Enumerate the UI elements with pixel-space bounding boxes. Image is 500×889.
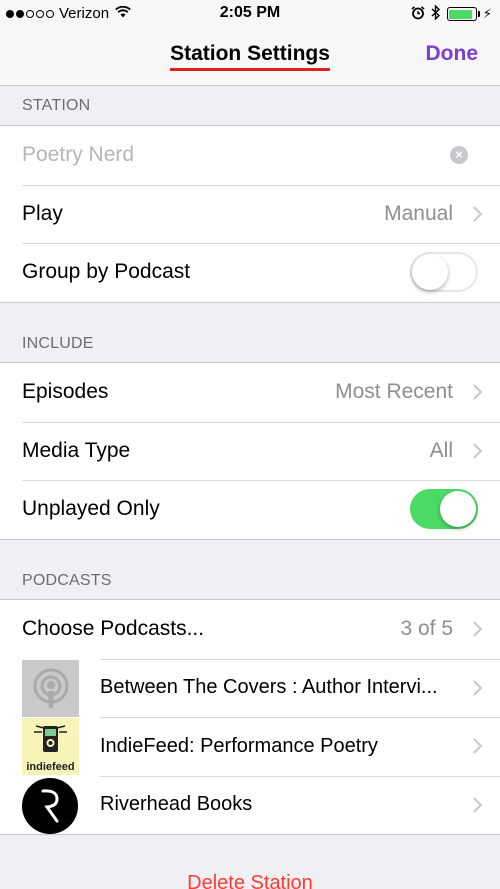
play-value: Manual	[384, 201, 453, 225]
choose-podcasts-value: 3 of 5	[400, 617, 453, 641]
podcast-row[interactable]: indiefeed IndieFeed: Performance Poetry	[0, 717, 500, 776]
podcasts-group: Choose Podcasts... 3 of 5 Between The Co…	[0, 599, 500, 835]
chevron-right-icon	[466, 621, 483, 638]
navigation-bar: Station Settings Done	[0, 28, 500, 86]
clear-text-icon[interactable]: ×	[450, 146, 468, 165]
done-button[interactable]: Done	[426, 42, 479, 66]
chevron-right-icon	[466, 796, 483, 813]
indiefeed-logo: indiefeed	[22, 718, 79, 775]
podcast-row[interactable]: Riverhead Books	[0, 775, 500, 835]
chevron-right-icon	[466, 679, 483, 696]
chevron-right-icon	[466, 738, 483, 755]
station-name-input[interactable]: Poetry Nerd	[22, 143, 134, 167]
delete-station-button[interactable]: Delete Station	[0, 872, 500, 889]
battery-icon	[446, 7, 480, 21]
choose-podcasts-label: Choose Podcasts...	[22, 617, 205, 641]
media-type-label: Media Type	[22, 438, 131, 462]
podcast-row[interactable]: Between The Covers : Author Intervi...	[0, 658, 500, 718]
podcast-generic-icon	[22, 659, 79, 717]
episodes-label: Episodes	[22, 380, 109, 404]
unplayed-only-row: Unplayed Only	[0, 480, 500, 539]
group-by-podcast-toggle[interactable]	[410, 252, 478, 293]
include-group: Episodes Most Recent Media Type All Unpl…	[0, 362, 500, 540]
section-header-include: INCLUDE	[22, 335, 94, 352]
riverhead-logo	[22, 777, 78, 834]
podcast-title: IndieFeed: Performance Poetry	[100, 734, 378, 757]
chevron-right-icon	[466, 442, 483, 459]
chevron-right-icon	[466, 384, 483, 401]
unplayed-only-toggle[interactable]	[410, 489, 478, 530]
episodes-value: Most Recent	[335, 380, 453, 404]
chevron-right-icon	[466, 205, 483, 222]
status-icons: ⚡	[411, 4, 492, 23]
choose-podcasts-row[interactable]: Choose Podcasts... 3 of 5	[0, 600, 500, 659]
station-group: Poetry Nerd × Play Manual Group by Podca…	[0, 125, 500, 303]
play-row[interactable]: Play Manual	[0, 184, 500, 244]
group-by-podcast-label: Group by Podcast	[22, 260, 191, 284]
unplayed-only-label: Unplayed Only	[22, 497, 160, 521]
station-name-field[interactable]: Poetry Nerd ×	[0, 126, 500, 185]
status-bar: Verizon 2:05 PM ⚡	[0, 0, 500, 28]
media-type-row[interactable]: Media Type All	[0, 421, 500, 481]
media-type-value: All	[429, 438, 453, 462]
podcast-title: Riverhead Books	[100, 793, 253, 816]
episodes-row[interactable]: Episodes Most Recent	[0, 363, 500, 422]
play-label: Play	[22, 201, 63, 225]
charging-icon: ⚡	[482, 6, 492, 21]
group-by-podcast-row: Group by Podcast	[0, 243, 500, 302]
section-header-podcasts: PODCASTS	[22, 572, 112, 589]
podcast-title: Between The Covers : Author Intervi...	[100, 676, 438, 699]
section-header-station: STATION	[22, 97, 91, 114]
bluetooth-icon	[431, 4, 441, 23]
alarm-icon	[411, 5, 425, 23]
